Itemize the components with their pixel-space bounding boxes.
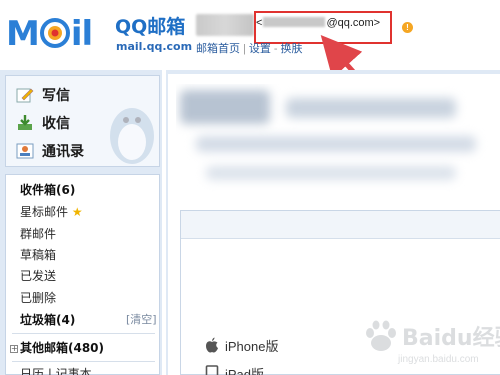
nav-settings[interactable]: 设置 (249, 43, 271, 55)
nav-separator: | (243, 43, 246, 55)
star-icon: ★ (71, 205, 83, 219)
tablet-icon (205, 365, 219, 375)
receive-mail-label: 收信 (42, 116, 70, 132)
contacts-button[interactable]: 通讯录 (16, 140, 84, 162)
folder-other-mailboxes[interactable]: + 其他邮箱(480) (10, 339, 104, 357)
folder-drafts[interactable]: 草稿箱 (20, 246, 56, 264)
folder-trash[interactable]: 垃圾箱(4) (20, 311, 75, 329)
watermark-title: Baidu经验 (402, 326, 500, 351)
folder-deleted[interactable]: 已删除 (20, 289, 56, 307)
ipad-version-link[interactable]: iPad版 (205, 363, 264, 375)
watermark-url: jingyan.baidu.com (398, 354, 479, 365)
logo-o-icon (39, 17, 70, 48)
receive-mail-button[interactable]: 收信 (16, 112, 70, 134)
contacts-label: 通讯录 (42, 144, 84, 160)
ipad-version-label: iPad版 (225, 366, 265, 375)
apple-icon (206, 337, 218, 353)
user-nickname-redacted (196, 14, 254, 36)
calendar-notepad-link[interactable]: 日历 | 记事本 (20, 365, 92, 375)
folder-sent[interactable]: 已发送 (20, 267, 56, 285)
compose-button[interactable]: 写信 (16, 84, 70, 106)
qq-mail-logo[interactable]: Mil QQ邮箱 mail.qq.com (6, 14, 192, 58)
trash-clear-link[interactable]: [清空] (126, 311, 157, 329)
logo-product-name: QQ邮箱 (115, 16, 186, 38)
nav-mail-home[interactable]: 邮箱首页 (196, 43, 240, 55)
header-nav: 邮箱首页 | 设置 - 换肤 (196, 40, 303, 56)
blurred-welcome-banner (176, 84, 494, 204)
pencil-note-icon (16, 88, 34, 103)
quick-actions-panel: 写信 收信 通讯录 (5, 75, 160, 167)
folder-list: 收件箱(6) 星标邮件 ★ 群邮件 草稿箱 已发送 已删除 垃圾箱(4) [清空… (5, 174, 160, 375)
baidu-paw-icon (366, 320, 396, 351)
folder-group-mail[interactable]: 群邮件 (20, 225, 56, 243)
inbox-download-icon (18, 115, 32, 130)
folder-starred[interactable]: 星标邮件 ★ (20, 203, 83, 221)
left-sidebar: 写信 收信 通讯录 收件箱(6) 星标邮件 ★ 群邮件 草稿箱 已发送 已删除 … (0, 70, 162, 375)
qq-penguin-icon (110, 108, 154, 164)
mobile-apps-header (181, 211, 500, 239)
alert-icon[interactable]: ! (402, 22, 413, 33)
folder-divider (12, 361, 155, 362)
iphone-version-label: iPhone版 (225, 338, 279, 354)
compose-label: 写信 (42, 88, 70, 104)
folder-divider (12, 333, 155, 334)
iphone-version-link[interactable]: iPhone版 (205, 335, 278, 355)
top-header: Mil QQ邮箱 mail.qq.com < @qq.com> ! 邮箱首页 | 设置… (0, 0, 500, 107)
nav-separator: - (273, 43, 278, 55)
logo-domain: mail.qq.com (116, 40, 193, 53)
contacts-card-icon (16, 143, 34, 159)
expand-plus-icon[interactable]: + (10, 345, 18, 353)
qq-mail-window: Mil QQ邮箱 mail.qq.com < @qq.com> ! 邮箱首页 | 设置… (0, 0, 500, 375)
logo-wordmark: Mil (6, 14, 93, 54)
folder-inbox[interactable]: 收件箱(6) (20, 181, 75, 199)
baidu-jingyan-watermark: Baidu经验 jingyan.baidu.com (362, 318, 500, 375)
